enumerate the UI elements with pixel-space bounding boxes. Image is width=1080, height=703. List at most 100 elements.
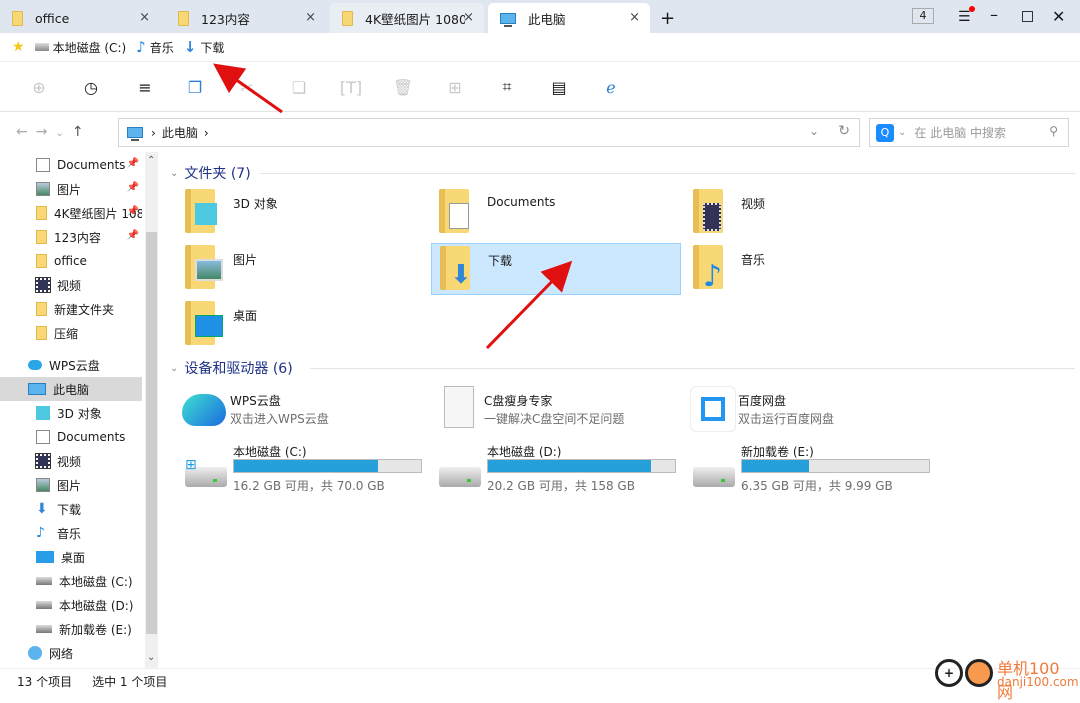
pin-icon[interactable]: 📌 (127, 230, 139, 241)
tab-0[interactable]: office × (0, 3, 160, 33)
new-folder-icon[interactable]: ⊞ (444, 76, 466, 98)
history-icon[interactable]: ◷ (80, 76, 102, 98)
close-tab-button[interactable]: × (305, 10, 316, 25)
close-tab-button[interactable]: × (139, 10, 150, 25)
devices-group-header[interactable]: ⌄ 设备和驱动器 (6) (170, 358, 1075, 378)
recent-dropdown[interactable]: ⌄ (55, 128, 71, 139)
sidebar-item[interactable]: 新加载卷 (E:) (0, 617, 142, 641)
favorite-label: 本地磁盘 (C:) (52, 40, 127, 55)
desktop-icon (195, 315, 223, 337)
app-item[interactable]: 百度网盘 双击运行百度网盘 (688, 386, 938, 438)
sidebar-item[interactable]: 图片 📌 (0, 177, 142, 201)
drive-space: 16.2 GB 可用，共 70.0 GB (233, 479, 385, 493)
picture-icon (195, 259, 223, 281)
tab-3[interactable]: 此电脑 × (488, 3, 650, 33)
tab-2[interactable]: 4K壁纸图片 1080P × (330, 3, 484, 33)
search-box[interactable]: Q ⌄ 在 此电脑 中搜索 ⚲ (869, 118, 1069, 147)
scroll-up-button[interactable]: ⌃ (147, 155, 155, 166)
folder-item[interactable]: 3D 对象 (177, 187, 427, 239)
scroll-down-button[interactable]: ⌄ (147, 652, 155, 663)
paste-icon[interactable]: ❏ (288, 76, 310, 98)
folder-item[interactable]: ♪ 音乐 (685, 243, 935, 295)
drive-item[interactable]: 新加载卷 (E:) 6.35 GB 可用，共 9.99 GB (691, 441, 941, 493)
sidebar-item[interactable]: WPS云盘 (0, 353, 142, 377)
folder-item[interactable]: 图片 (177, 243, 427, 295)
calculator-icon[interactable]: ▤ (548, 76, 570, 98)
close-window-button[interactable]: ✕ (1052, 7, 1065, 26)
group-title: 文件夹 (7) (184, 166, 251, 182)
sidebar-item[interactable]: ♪ 音乐 (0, 521, 142, 545)
close-tab-button[interactable]: × (629, 10, 640, 25)
search-icon[interactable]: ⚲ (1049, 124, 1058, 138)
sidebar-item-label: 网络 (49, 646, 74, 661)
folder-icon (342, 10, 353, 26)
back-button[interactable]: ← (16, 124, 36, 140)
drive-item[interactable]: ⊞ 本地磁盘 (C:) 16.2 GB 可用，共 70.0 GB (183, 441, 433, 493)
tab-count-badge[interactable]: 4 (912, 8, 934, 24)
delete-icon[interactable]: 🗑 (392, 76, 414, 98)
sidebar-item[interactable]: 压缩 (0, 321, 142, 345)
address-dropdown[interactable]: ⌄ (809, 124, 819, 138)
sidebar-item[interactable]: 3D 对象 (0, 401, 142, 425)
folder-item[interactable]: Documents (431, 187, 681, 239)
search-engine-icon[interactable]: Q (876, 123, 894, 142)
sidebar-item[interactable]: 图片 (0, 473, 142, 497)
sidebar-item[interactable]: 本地磁盘 (C:) (0, 569, 142, 593)
sidebar-item[interactable]: 4K壁纸图片 1080P📌 (0, 201, 142, 225)
sidebar-item[interactable]: 此电脑 (0, 377, 142, 401)
app-description: 双击运行百度网盘 (738, 412, 835, 426)
favorite-downloads[interactable]: ↓ 下载 (184, 38, 225, 56)
app-item[interactable]: C盘瘦身专家 一键解决C盘空间不足问题 (434, 386, 684, 438)
view-icon[interactable]: ≡ (134, 76, 156, 98)
drive-item[interactable]: 本地磁盘 (D:) 20.2 GB 可用，共 158 GB (437, 441, 687, 493)
up-button[interactable]: ↑ (72, 124, 92, 140)
engine-dropdown[interactable]: ⌄ (898, 127, 906, 138)
minimize-button[interactable]: – (990, 5, 998, 24)
address-bar[interactable]: › 此电脑 › ⌄ ↻ (118, 118, 860, 147)
favorite-drive-c[interactable]: 本地磁盘 (C:) (34, 39, 127, 56)
cut-icon[interactable]: ✂ (236, 76, 258, 98)
refresh-icon[interactable]: ↻ (838, 123, 850, 139)
sidebar-item[interactable]: office (0, 249, 142, 273)
favorite-music[interactable]: ♪ 音乐 (136, 38, 174, 56)
pin-icon[interactable]: 📌 (127, 182, 139, 193)
sidebar-item[interactable]: 网络 (0, 641, 142, 665)
folder-item[interactable]: 桌面 (177, 299, 427, 351)
new-icon[interactable]: ⊕ (28, 76, 50, 98)
tab-1[interactable]: 123内容 × (166, 3, 326, 33)
maximize-button[interactable] (1022, 11, 1033, 22)
folder-item[interactable]: ⬇ 下载 (431, 243, 681, 295)
app-item[interactable]: WPS云盘 双击进入WPS云盘 (180, 386, 430, 438)
sidebar-item[interactable]: 视频 (0, 273, 142, 297)
new-tab-button[interactable]: + (660, 8, 675, 29)
folder-item[interactable]: 视频 (685, 187, 935, 239)
breadcrumb-item[interactable]: 此电脑 (162, 124, 198, 141)
folder-icon (36, 206, 47, 220)
sidebar-item[interactable]: 视频 (0, 449, 142, 473)
crop-icon[interactable]: ⌗ (496, 76, 518, 98)
folder-icon (36, 254, 47, 268)
sidebar-item-label: 压缩 (54, 326, 79, 341)
sidebar-item[interactable]: Documents 📌 (0, 153, 142, 177)
close-tab-button[interactable]: × (463, 10, 474, 25)
sidebar-item[interactable]: 123内容 📌 (0, 225, 142, 249)
copy-icon[interactable]: ❐ (184, 76, 206, 98)
sidebar-item[interactable]: Documents (0, 425, 142, 449)
menu-icon[interactable]: ☰ (958, 6, 975, 25)
document-icon (36, 158, 50, 172)
browser-icon[interactable]: ℯ (600, 76, 622, 98)
tab-label: 4K壁纸图片 1080P (365, 11, 465, 27)
app-description: 一键解决C盘空间不足问题 (484, 412, 625, 426)
scrollbar-thumb[interactable] (146, 232, 157, 634)
sidebar-item[interactable]: ⬇ 下载 (0, 497, 142, 521)
folder-icon (36, 230, 47, 244)
folder-name: 桌面 (233, 309, 258, 323)
pin-icon[interactable]: 📌 (127, 206, 139, 217)
forward-button[interactable]: → (36, 124, 56, 140)
sidebar-item[interactable]: 本地磁盘 (D:) (0, 593, 142, 617)
rename-icon[interactable]: [T] (340, 76, 362, 98)
pin-icon[interactable]: 📌 (127, 158, 139, 169)
sidebar-item[interactable]: 桌面 (0, 545, 142, 569)
sidebar-item[interactable]: 新建文件夹 (0, 297, 142, 321)
folders-group-header[interactable]: ⌄ 文件夹 (7) (170, 163, 1075, 183)
